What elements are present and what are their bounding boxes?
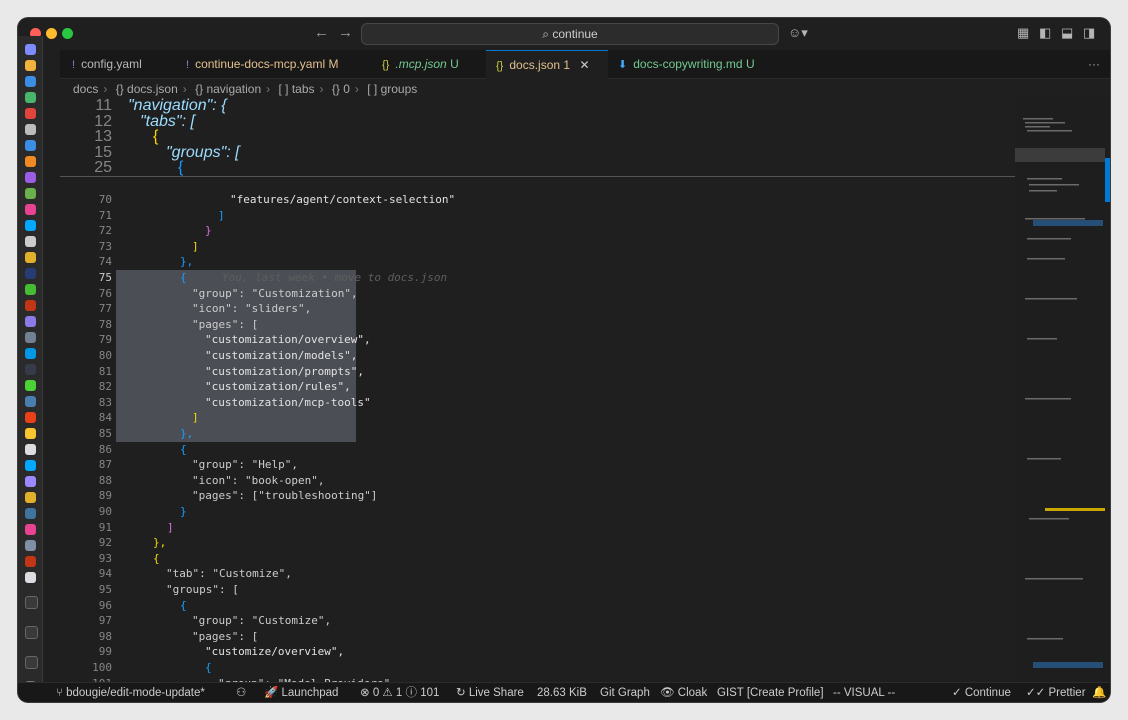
app-icon[interactable] <box>25 396 36 407</box>
app-icon[interactable] <box>25 188 36 199</box>
yaml-icon: ! <box>72 59 76 71</box>
app-icon[interactable] <box>25 656 38 669</box>
git-branch-icon: ⑂ <box>56 687 67 699</box>
vim-mode: -- VISUAL -- <box>833 687 896 699</box>
editor-tabs: ! config.yaml ! continue-docs-mcp.yaml M {… <box>60 50 1110 79</box>
app-icon[interactable] <box>25 92 36 103</box>
tab-docs-copywriting-md[interactable]: ⬇ docs-copywriting.md U <box>618 50 768 78</box>
app-icon[interactable] <box>25 108 36 119</box>
app-icon[interactable] <box>25 444 36 455</box>
markdown-icon: ⬇ <box>618 59 628 71</box>
tab-config-yaml[interactable]: ! config.yaml <box>72 50 180 78</box>
app-icon[interactable] <box>25 626 38 639</box>
app-icon[interactable] <box>25 364 36 375</box>
tab-continue-docs-mcp-yaml[interactable]: ! continue-docs-mcp.yaml M <box>186 50 356 78</box>
app-icon[interactable] <box>25 596 38 609</box>
git-graph-button[interactable]: Git Graph <box>600 683 650 702</box>
branch-indicator[interactable]: ⑂ bdougie/edit-mode-update* <box>56 683 205 702</box>
app-icon[interactable] <box>25 252 36 263</box>
app-icon[interactable] <box>25 236 36 247</box>
app-icon[interactable] <box>25 220 36 231</box>
breadcrumb: docs › {} docs.json › {} navigation › [ ] t… <box>73 82 418 96</box>
forward-arrow-icon[interactable]: → <box>338 24 353 42</box>
title-bar: ← → ⌕ continue ☺▾ ▦ ◧ ⬓ ◨ <box>18 18 1110 50</box>
minimize-window-button[interactable] <box>46 28 57 39</box>
launchpad-button[interactable]: 🚀 Launchpad <box>264 683 338 702</box>
notifications-bell-icon[interactable]: 🔔 <box>1092 683 1106 702</box>
app-icon[interactable] <box>25 284 36 295</box>
breadcrumb-item[interactable]: {} 0 <box>332 82 350 96</box>
gist-button[interactable]: GIST [Create Profile] <box>717 683 824 702</box>
app-icon[interactable] <box>25 540 36 551</box>
tab-docs-json[interactable]: {} docs.json 1 ✕ <box>486 50 608 79</box>
continue-button[interactable]: ✓ Continue <box>952 683 1011 702</box>
app-icon[interactable] <box>25 556 36 567</box>
more-actions-icon[interactable]: ··· <box>1088 50 1100 78</box>
app-icon[interactable] <box>25 572 36 583</box>
copilot-icon[interactable]: ☺▾ <box>788 26 808 40</box>
status-bar: ⑂ bdougie/edit-mode-update* ⚇ 🚀 Launchpa… <box>18 682 1110 702</box>
app-icon[interactable] <box>25 268 36 279</box>
prettier-button[interactable]: ✓✓ Prettier <box>1026 683 1086 702</box>
sticky-scroll: 11 "navigation": { 12 "tabs": [ 13{ 15 "gro… <box>60 98 1015 177</box>
app-icon[interactable] <box>25 508 36 519</box>
breadcrumb-item[interactable]: {} docs.json <box>116 82 178 96</box>
tab-mcp-json[interactable]: {} .mcp.json U <box>382 50 482 78</box>
git-blame-annotation: You, last week • move to docs.json <box>222 271 448 284</box>
minimap[interactable] <box>1015 98 1110 682</box>
app-icon[interactable] <box>25 204 36 215</box>
yaml-icon: ! <box>186 59 190 71</box>
app-icon[interactable] <box>25 140 36 151</box>
toggle-sidebar-icon[interactable]: ◧ <box>1039 26 1051 40</box>
app-icon[interactable] <box>25 524 36 535</box>
toggle-panel-icon[interactable]: ⬓ <box>1061 26 1073 40</box>
app-icon[interactable] <box>25 348 36 359</box>
eye-icon: 👁 <box>660 687 678 699</box>
search-icon: ⌕ <box>542 27 553 41</box>
app-icon[interactable] <box>25 156 36 167</box>
layout-icon[interactable]: ▦ <box>1017 26 1029 40</box>
breadcrumb-item[interactable]: docs <box>73 82 98 96</box>
app-icon[interactable] <box>25 124 36 135</box>
breadcrumb-item[interactable]: [ ] groups <box>367 82 417 96</box>
cloak-button[interactable]: 👁 Cloak <box>660 683 707 702</box>
close-tab-icon[interactable]: ✕ <box>579 58 589 72</box>
app-icon[interactable] <box>25 332 36 343</box>
sync-icon[interactable]: ⚇ <box>236 683 246 702</box>
file-size: 28.63 KiB <box>537 687 587 699</box>
zoom-window-button[interactable] <box>62 28 73 39</box>
rocket-icon: 🚀 <box>264 687 282 699</box>
app-icon[interactable] <box>25 76 36 87</box>
app-icon[interactable] <box>25 460 36 471</box>
left-dock <box>18 36 43 700</box>
breadcrumb-item[interactable]: {} navigation <box>195 82 261 96</box>
json-icon: {} <box>382 59 390 71</box>
app-icon[interactable] <box>25 428 36 439</box>
problems-indicator[interactable]: ⊗ 0 ⚠ 1 ⓘ 101 <box>360 683 439 702</box>
back-arrow-icon[interactable]: ← <box>314 24 329 42</box>
json-icon: {} <box>496 60 504 72</box>
live-share-button[interactable]: ↻ Live Share <box>456 683 524 702</box>
app-icon[interactable] <box>25 60 36 71</box>
app-icon[interactable] <box>25 492 36 503</box>
app-icon[interactable] <box>25 412 36 423</box>
command-center-search[interactable]: ⌕ continue <box>361 23 779 45</box>
vscode-window: ← → ⌕ continue ☺▾ ▦ ◧ ⬓ ◨ ! config.yaml … <box>18 18 1110 702</box>
app-icon[interactable] <box>25 172 36 183</box>
live-share-icon: ↻ <box>456 687 469 699</box>
minimap-preview <box>1015 118 1110 668</box>
code-editor[interactable]: 70 "features/agent/context-selection" 71]… <box>60 98 1020 690</box>
app-icon[interactable] <box>25 300 36 311</box>
app-icon[interactable] <box>25 476 36 487</box>
app-icon[interactable] <box>25 316 36 327</box>
toggle-secondary-sidebar-icon[interactable]: ◨ <box>1083 26 1095 40</box>
breadcrumb-item[interactable]: [ ] tabs <box>279 82 315 96</box>
app-icon[interactable] <box>25 380 36 391</box>
app-icon[interactable] <box>25 44 36 55</box>
